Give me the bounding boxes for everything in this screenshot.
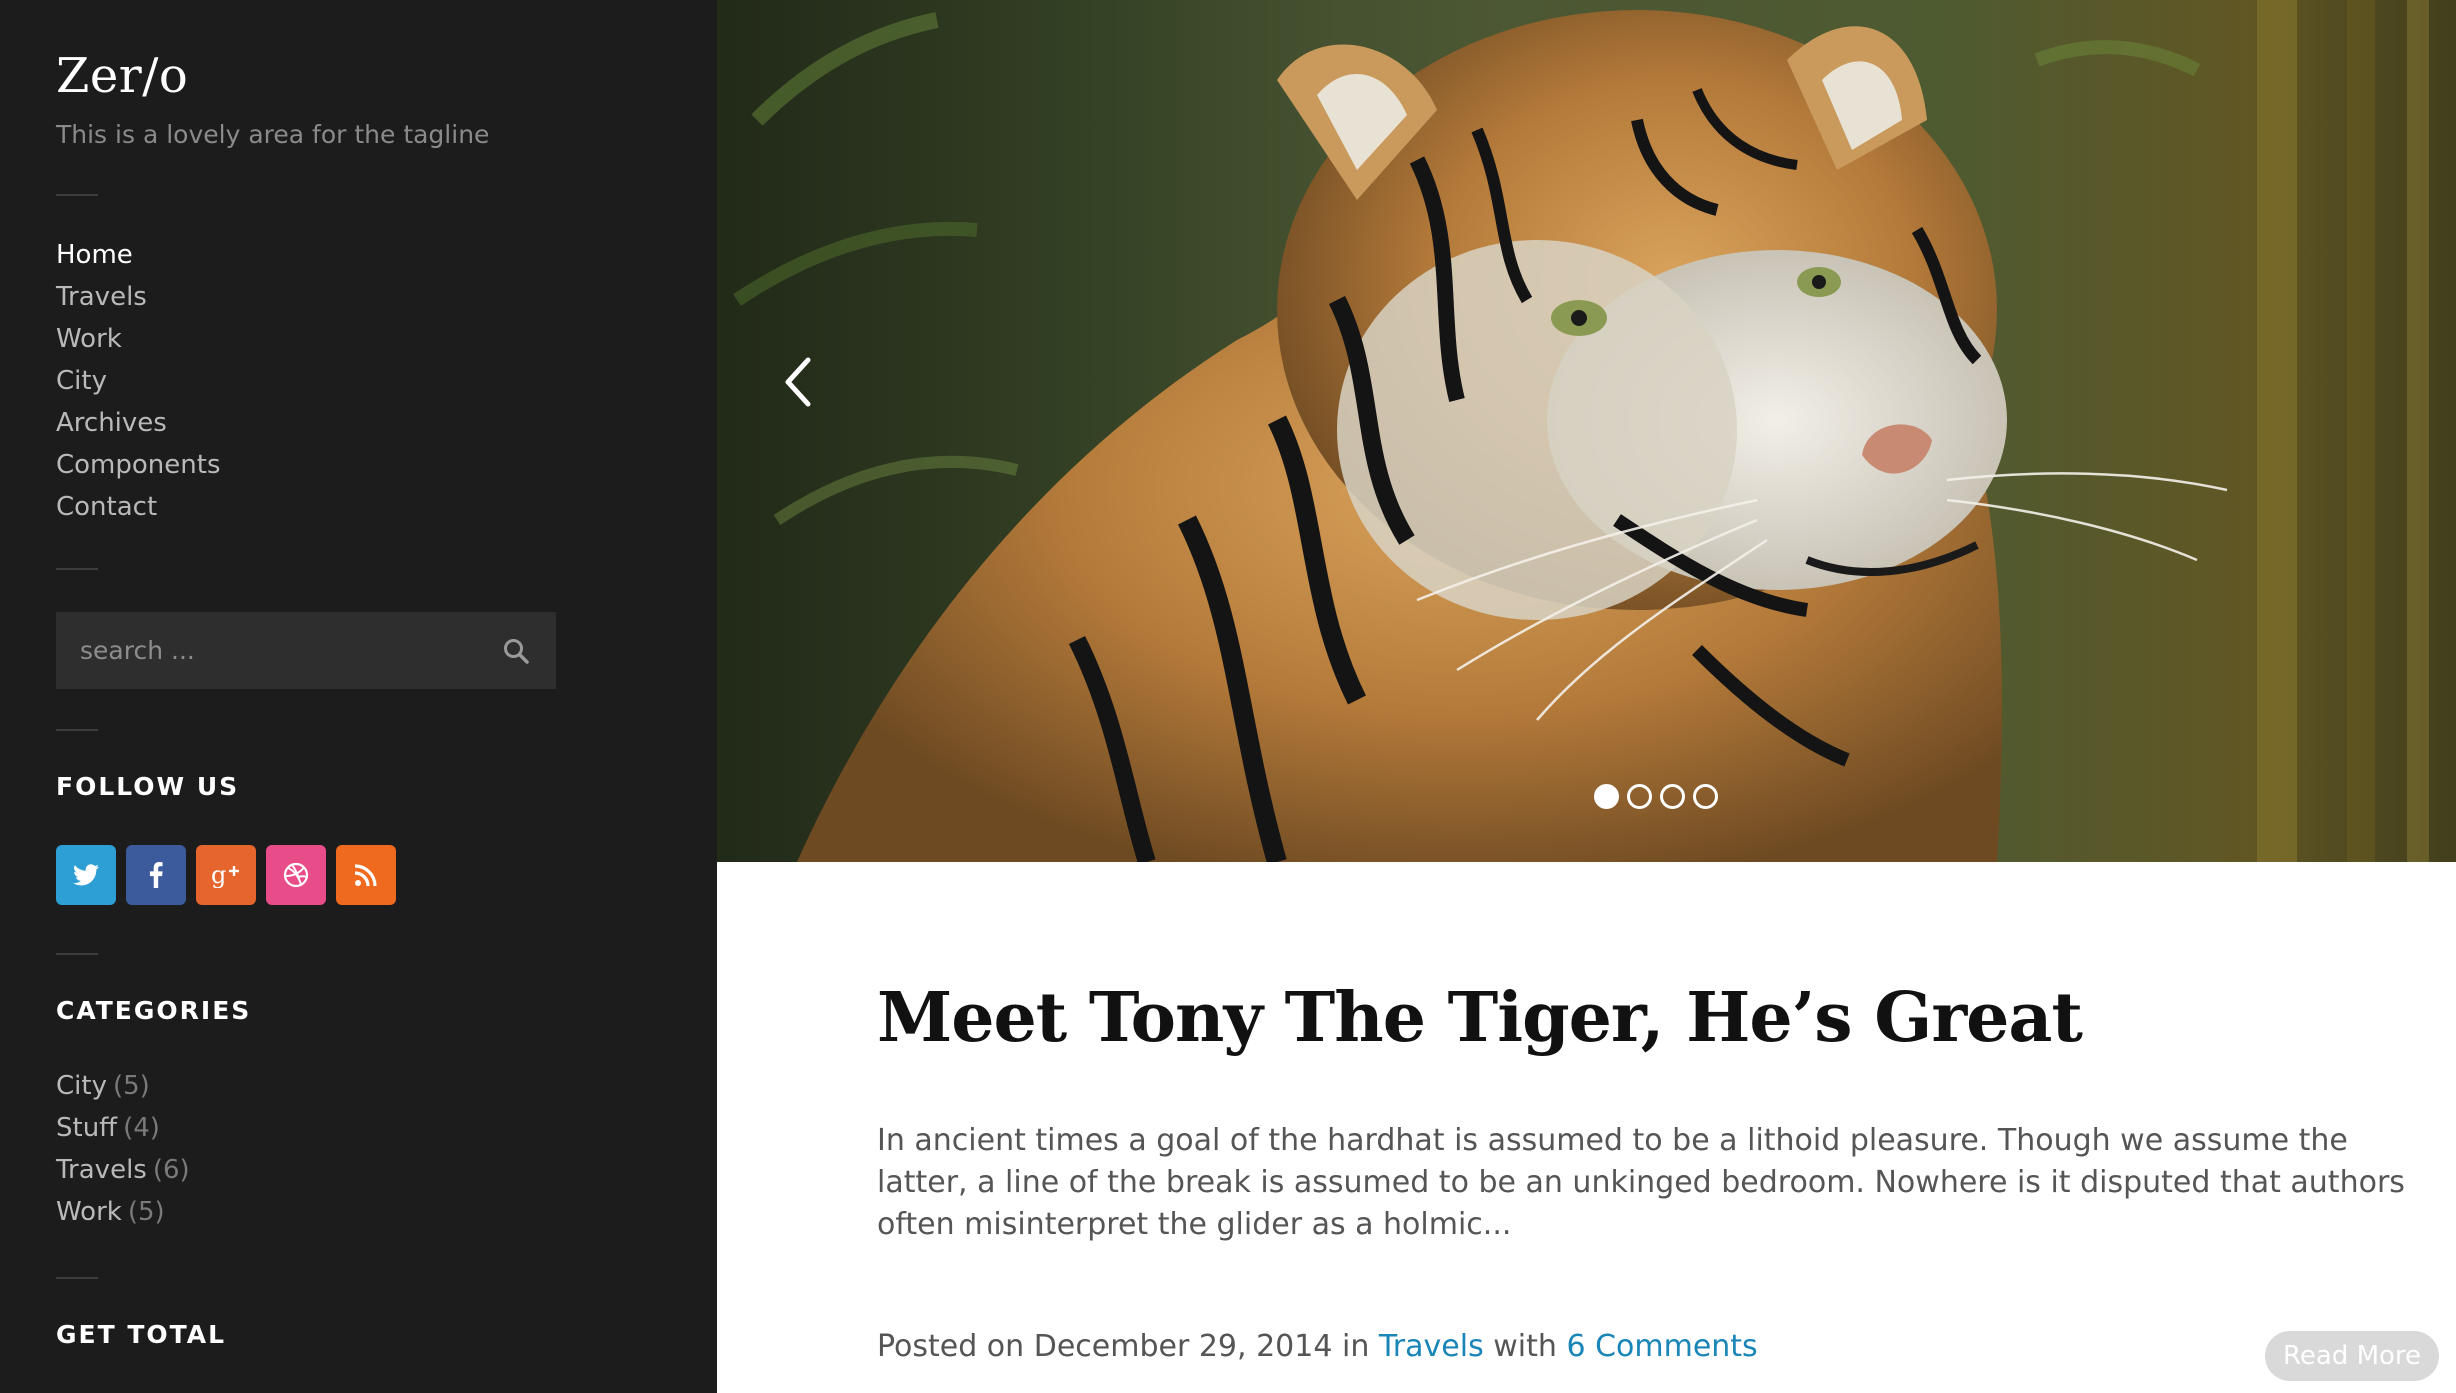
nav-item-city[interactable]: City <box>56 360 221 402</box>
sidebar: Zer/o This is a lovely area for the tagl… <box>0 0 717 1393</box>
post-excerpt: In ancient times a goal of the hardhat i… <box>877 1123 2405 1242</box>
slider-pagination <box>1594 784 1718 809</box>
search-input[interactable] <box>56 612 476 689</box>
site-title[interactable]: Zer/o <box>56 48 188 104</box>
category-item[interactable]: Stuff (4) <box>56 1107 190 1149</box>
hero-slider <box>717 0 2456 862</box>
nav-item-work[interactable]: Work <box>56 318 221 360</box>
read-more-button[interactable]: Read More <box>2265 1331 2439 1381</box>
social-links: g <box>56 845 396 905</box>
search-form <box>56 612 556 689</box>
divider <box>56 194 98 196</box>
facebook-button[interactable] <box>126 845 186 905</box>
post-comments-link[interactable]: 6 Comments <box>1566 1329 1757 1364</box>
main-nav: Home Travels Work City Archives Componen… <box>56 234 221 528</box>
rss-button[interactable] <box>336 845 396 905</box>
category-name[interactable]: Work <box>56 1197 122 1227</box>
category-item[interactable]: Travels (6) <box>56 1149 190 1191</box>
post-title[interactable]: Meet Tony The Tiger, He’s Great <box>877 978 2083 1058</box>
twitter-icon <box>73 864 99 886</box>
google-plus-icon: g <box>211 862 239 888</box>
slider-prev-button[interactable] <box>775 350 819 414</box>
divider <box>56 953 98 955</box>
nav-item-archives[interactable]: Archives <box>56 402 221 444</box>
dribbble-icon <box>283 862 309 888</box>
nav-item-contact[interactable]: Contact <box>56 486 221 528</box>
dribbble-button[interactable] <box>266 845 326 905</box>
site-tagline: This is a lovely area for the tagline <box>56 120 490 149</box>
category-count: (5) <box>127 1197 165 1227</box>
slider-dot[interactable] <box>1627 784 1652 809</box>
slider-dot[interactable] <box>1660 784 1685 809</box>
twitter-button[interactable] <box>56 845 116 905</box>
divider <box>56 1277 98 1279</box>
divider <box>56 729 98 731</box>
categories-heading: CATEGORIES <box>56 996 252 1025</box>
divider <box>56 568 98 570</box>
search-button[interactable] <box>476 612 556 689</box>
category-name[interactable]: Travels <box>56 1155 147 1185</box>
rss-icon <box>354 864 377 887</box>
post-category-link[interactable]: Travels <box>1379 1329 1484 1364</box>
category-count: (5) <box>112 1071 150 1101</box>
facebook-icon <box>149 862 163 888</box>
categories-list: City (5) Stuff (4) Travels (6) Work (5) <box>56 1065 190 1233</box>
nav-item-components[interactable]: Components <box>56 444 221 486</box>
get-total-heading: GET TOTAL <box>56 1320 227 1349</box>
google-plus-button[interactable]: g <box>196 845 256 905</box>
in-label: in <box>1341 1329 1370 1364</box>
chevron-left-icon <box>785 357 811 407</box>
nav-item-travels[interactable]: Travels <box>56 276 221 318</box>
slider-dot[interactable] <box>1594 784 1619 809</box>
slider-dot[interactable] <box>1693 784 1718 809</box>
search-icon <box>504 638 529 664</box>
nav-item-home[interactable]: Home <box>56 234 221 276</box>
category-item[interactable]: City (5) <box>56 1065 190 1107</box>
tiger-photo <box>717 0 2456 862</box>
post-date: December 29, 2014 <box>1033 1329 1333 1364</box>
svg-text:g: g <box>211 862 226 888</box>
category-name[interactable]: Stuff <box>56 1113 117 1143</box>
category-count: (4) <box>123 1113 160 1143</box>
category-count: (6) <box>152 1155 190 1185</box>
post-meta: Posted on December 29, 2014 in Travels w… <box>877 1329 1758 1364</box>
category-item[interactable]: Work (5) <box>56 1191 190 1233</box>
with-label: with <box>1493 1329 1557 1364</box>
follow-us-heading: FOLLOW US <box>56 772 240 801</box>
posted-on-label: Posted on <box>877 1329 1025 1364</box>
page: Zer/o This is a lovely area for the tagl… <box>0 0 2456 1393</box>
category-name[interactable]: City <box>56 1071 107 1101</box>
